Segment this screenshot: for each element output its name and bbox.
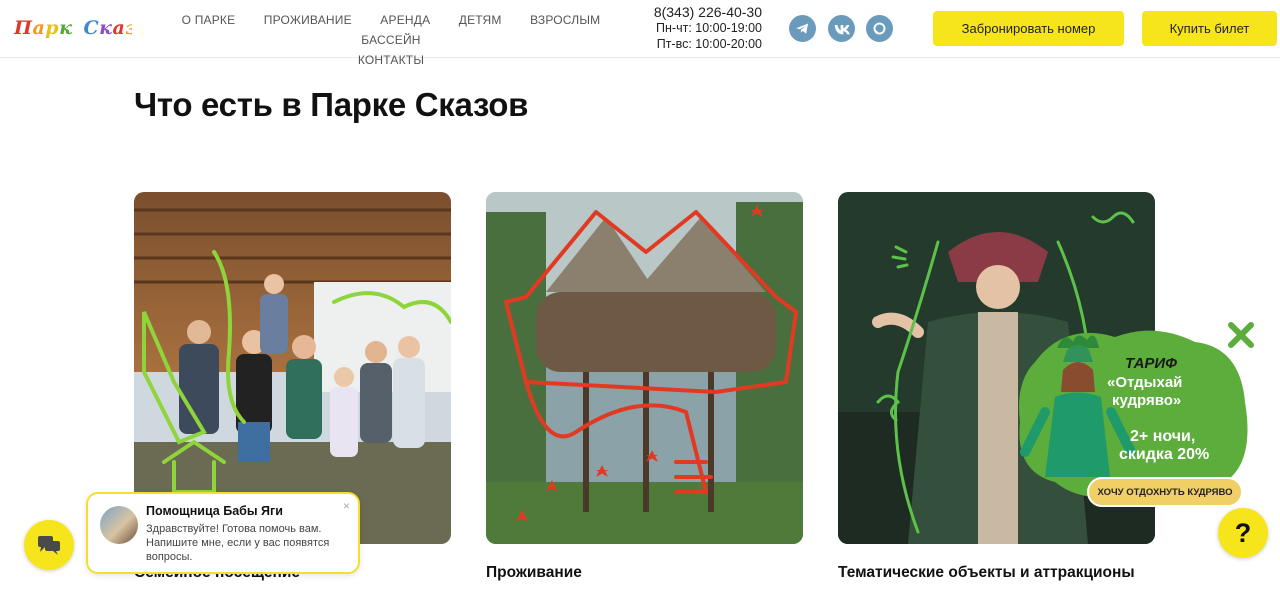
promo-offer-2: скидка 20% xyxy=(1119,446,1210,463)
telegram-icon xyxy=(796,23,809,34)
nav-accommodation[interactable]: ПРОЖИВАНИЕ xyxy=(264,10,352,30)
nav-adults[interactable]: ВЗРОСЛЫМ xyxy=(530,10,600,30)
svg-text:Парк Сказов: Парк Сказов xyxy=(14,17,132,39)
nav-contacts[interactable]: КОНТАКТЫ xyxy=(358,50,424,70)
chat-popup-close-icon[interactable]: × xyxy=(343,499,350,513)
promo-tariff-name-2: кудряво» xyxy=(1112,392,1182,409)
max-chat-button[interactable] xyxy=(866,15,893,42)
logo-wordmark: Парк Сказов xyxy=(13,17,164,39)
buy-ticket-button[interactable]: Купить билет xyxy=(1142,11,1277,46)
chat-bubble-icon xyxy=(38,536,60,555)
page-title: Что есть в Парке Сказов xyxy=(134,86,529,123)
nav-kids[interactable]: ДЕТЯМ xyxy=(459,10,502,30)
hours-weekday: Пн-чт: 10:00-19:00 xyxy=(656,21,762,35)
treehouse-photo xyxy=(486,192,803,544)
promo-cta-button[interactable]: ХОЧУ ОТДОХНУТЬ КУДРЯВО xyxy=(1087,477,1243,507)
vk-icon xyxy=(834,24,850,34)
chat-icon xyxy=(873,22,886,35)
main-nav: О ПАРКЕ ПРОЖИВАНИЕ АРЕНДА ДЕТЯМ ВЗРОСЛЫМ… xyxy=(160,10,622,70)
site-logo[interactable]: Парк Сказов xyxy=(13,13,164,46)
chat-open-button[interactable] xyxy=(24,520,74,570)
vk-button[interactable] xyxy=(828,15,855,42)
card-accommodation[interactable] xyxy=(486,192,803,544)
nav-pool[interactable]: БАССЕЙН xyxy=(361,30,420,50)
assistant-message: Здравствуйте! Готова помочь вам. Напишит… xyxy=(146,523,330,563)
hours-weekend: Пт-вс: 10:00-20:00 xyxy=(656,37,762,51)
site-header: Парк Сказов О ПАРКЕ ПРОЖИВАНИЕ АРЕНДА ДЕ… xyxy=(0,0,1280,67)
promo-close-button[interactable] xyxy=(1226,320,1256,350)
promo-banner[interactable]: ТАРИФ «Отдыхай кудряво» 2+ ночи, скидка … xyxy=(995,322,1255,512)
promo-tariff-label: ТАРИФ xyxy=(1125,355,1177,372)
promo-offer-1: 2+ ночи, xyxy=(1130,428,1196,445)
nav-about[interactable]: О ПАРКЕ xyxy=(182,10,236,30)
card-caption-attractions[interactable]: Тематические объекты и аттракционы xyxy=(838,564,1135,582)
assistant-name: Помощница Бабы Яги xyxy=(146,504,283,518)
nav-rent[interactable]: АРЕНДА xyxy=(380,10,430,30)
contact-info: 8(343) 226-40-30 Пн-чт: 10:00-19:00 Пт-в… xyxy=(640,4,762,52)
phone-number[interactable]: 8(343) 226-40-30 xyxy=(640,4,762,20)
help-button[interactable]: ? xyxy=(1218,508,1268,558)
card-caption-accommodation[interactable]: Проживание xyxy=(486,564,582,582)
promo-tariff-name-1: «Отдыхай xyxy=(1107,374,1183,391)
close-icon xyxy=(1228,322,1254,348)
assistant-avatar xyxy=(100,506,138,544)
telegram-button[interactable] xyxy=(789,15,816,42)
chat-greeting-popup[interactable]: Помощница Бабы Яги Здравствуйте! Готова … xyxy=(86,492,360,574)
book-room-button[interactable]: Забронировать номер xyxy=(933,11,1124,46)
